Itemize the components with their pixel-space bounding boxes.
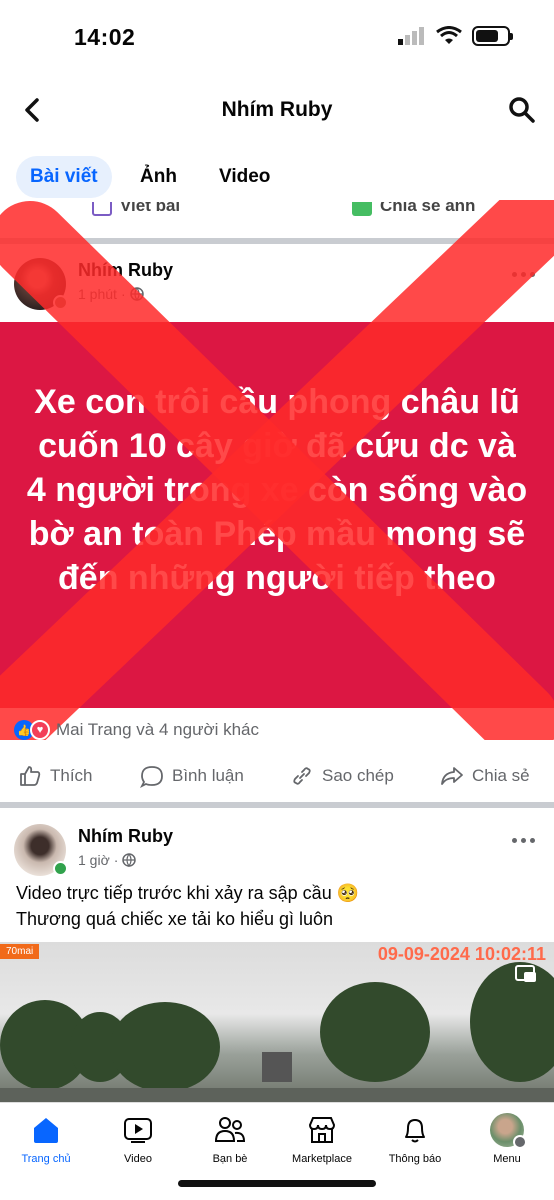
write-post-button[interactable]: Viết bài (92, 202, 180, 216)
search-icon (509, 97, 535, 123)
nav-label: Video (124, 1153, 152, 1165)
reactions-text: Mai Trang và 4 người khác (56, 720, 260, 739)
avatar[interactable] (14, 824, 68, 876)
home-indicator (178, 1180, 376, 1187)
more-options-button[interactable] (508, 830, 538, 850)
feed-divider (0, 802, 554, 808)
tab-videos[interactable]: Video (219, 156, 270, 198)
comment-label: Bình luận (172, 766, 244, 785)
globe-icon (122, 853, 137, 867)
nav-label: Bạn bè (212, 1153, 248, 1165)
nav-video[interactable]: Video (90, 1113, 186, 1165)
menu-avatar-icon (490, 1113, 527, 1149)
post-header: Nhím Ruby 1 giờ · (0, 824, 554, 888)
status-time: 14:02 (74, 24, 136, 50)
post-time[interactable]: 1 giờ (78, 852, 110, 868)
nav-home[interactable]: Trang chủ (0, 1113, 94, 1165)
post-actions: Thích Bình luận Sao chép Chia sẻ (0, 758, 554, 798)
nav-label: Trang chủ (21, 1153, 71, 1165)
post-caption: Video trực tiếp trước khi xảy ra sập cầu… (16, 880, 538, 932)
more-options-button[interactable] (508, 264, 538, 284)
profile-header: Nhím Ruby (0, 88, 554, 134)
post-author[interactable]: Nhím Ruby (78, 826, 173, 847)
like-button[interactable]: Thích (18, 764, 93, 788)
more-icon (511, 837, 517, 843)
post-author[interactable]: Nhím Ruby (78, 260, 173, 281)
signal-icon (398, 27, 424, 45)
share-button[interactable]: Chia sẻ (440, 764, 530, 788)
post-background-card: Xe con trôi cầu phong châu lũ cuốn 10 câ… (0, 322, 554, 708)
more-icon (511, 271, 517, 277)
post-meta: 1 giờ · (78, 852, 137, 868)
tab-posts[interactable]: Bài viết (16, 156, 112, 198)
share-icon (441, 767, 463, 785)
post-card-text: Xe con trôi cầu phong châu lũ cuốn 10 câ… (26, 383, 528, 597)
status-icons (398, 26, 513, 46)
feed-divider (0, 238, 554, 244)
online-status-dot (53, 861, 68, 876)
video-tree (110, 1002, 220, 1092)
video-icon (121, 1113, 155, 1147)
write-post-label: Viết bài (120, 202, 181, 215)
page-title: Nhím Ruby (221, 98, 333, 121)
nav-marketplace[interactable]: Marketplace (274, 1113, 370, 1165)
post-header: Nhím Ruby 1 phút · (0, 258, 554, 322)
status-bar: 14:02 (0, 0, 554, 72)
globe-icon (129, 287, 144, 301)
post-creator-row: Viết bài Chia sẻ ảnh (0, 202, 554, 238)
avatar[interactable] (14, 258, 68, 310)
nav-label: Menu (493, 1153, 521, 1165)
battery-icon (472, 26, 513, 46)
thumbs-up-icon (20, 766, 41, 786)
online-status-dot (53, 295, 68, 310)
home-icon (29, 1113, 63, 1147)
nav-label: Marketplace (292, 1153, 352, 1165)
nav-notifications[interactable]: Thông báo (367, 1113, 463, 1165)
friends-icon (213, 1113, 247, 1147)
love-reaction-icon: ♥ (30, 720, 50, 740)
copy-button[interactable]: Sao chép (290, 764, 394, 788)
link-icon (293, 767, 311, 785)
copy-label: Sao chép (322, 766, 394, 785)
picture-in-picture-icon[interactable] (514, 962, 538, 986)
bell-icon (398, 1113, 432, 1147)
share-label: Chia sẻ (472, 766, 530, 785)
wifi-icon (436, 26, 462, 44)
photo-icon (352, 202, 372, 216)
post-time[interactable]: 1 phút (78, 286, 117, 302)
comment-icon (140, 766, 163, 788)
caption-line: Video trực tiếp trước khi xảy ra sập cầu… (16, 883, 360, 903)
video-truck (262, 1052, 292, 1082)
search-button[interactable] (504, 92, 540, 128)
video-player[interactable]: 70mai 09-09-2024 10:02:11 (0, 942, 554, 1102)
pencil-icon (92, 202, 112, 216)
marketplace-icon (305, 1113, 339, 1147)
share-photo-label: Chia sẻ ảnh (380, 202, 476, 215)
caption-line: Thương quá chiếc xe tải ko hiểu gì luôn (16, 909, 334, 929)
nav-label: Thông báo (388, 1153, 442, 1165)
nav-friends[interactable]: Bạn bè (182, 1113, 278, 1165)
post-meta: 1 phút · (78, 286, 144, 302)
video-brand-tag: 70mai (0, 944, 40, 959)
tab-photos[interactable]: Ảnh (140, 156, 177, 198)
like-label: Thích (50, 766, 93, 785)
reactions-summary[interactable]: 👍 ♥ Mai Trang và 4 người khác (14, 720, 259, 740)
profile-tabs: Bài viết Ảnh Video (0, 152, 554, 200)
nav-menu[interactable]: Menu (459, 1113, 554, 1165)
comment-button[interactable]: Bình luận (140, 764, 244, 788)
share-photo-button[interactable]: Chia sẻ ảnh (352, 202, 475, 216)
video-tree (470, 962, 554, 1082)
video-road (0, 1088, 554, 1102)
video-tree (320, 982, 430, 1082)
menu-badge-icon (513, 1135, 527, 1149)
